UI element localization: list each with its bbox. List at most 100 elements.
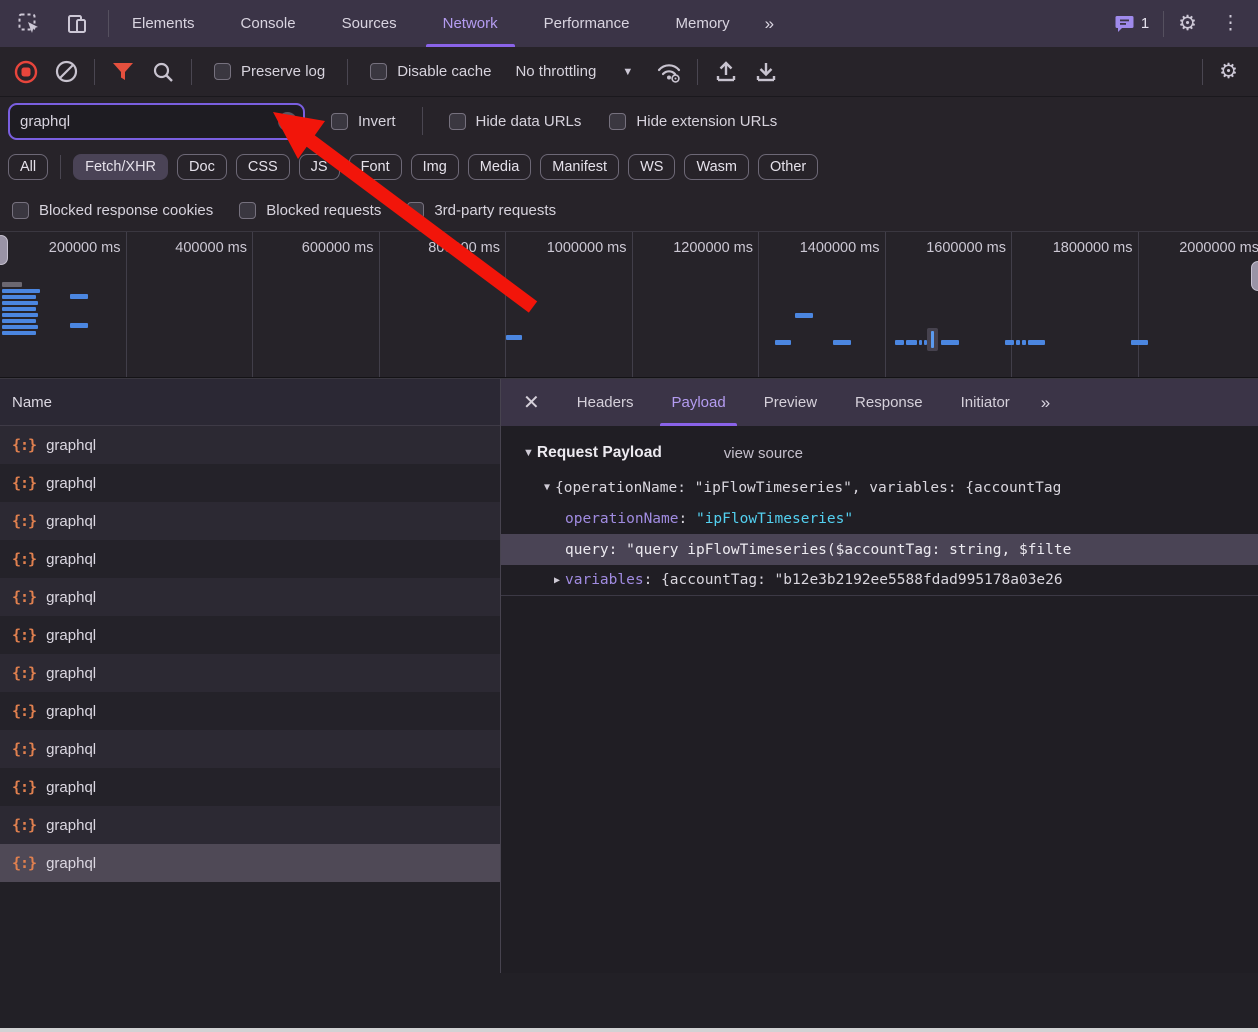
detail-tab-headers[interactable]: Headers	[558, 379, 653, 426]
network-overview-timeline[interactable]: 200000 ms 400000 ms 600000 ms 800000 ms …	[0, 231, 1258, 378]
payload-root-text: {operationName: "ipFlowTimeseries", vari…	[555, 480, 1061, 496]
timeline-left-brush-handle[interactable]	[0, 235, 8, 265]
import-har-icon[interactable]	[746, 54, 786, 90]
expander-closed-icon[interactable]: ▶	[549, 575, 565, 586]
request-row[interactable]: {:}graphql	[0, 654, 500, 692]
chip-ws[interactable]: WS	[628, 154, 675, 180]
request-row[interactable]: {:}graphql	[0, 540, 500, 578]
chip-css[interactable]: CSS	[236, 154, 290, 180]
chip-all[interactable]: All	[8, 154, 48, 180]
network-toolbar: Preserve log Disable cache No throttling…	[0, 47, 1258, 97]
checkbox-box	[239, 202, 256, 219]
chip-fetch-xhr[interactable]: Fetch/XHR	[73, 154, 168, 180]
detail-tab-response[interactable]: Response	[836, 379, 942, 426]
filter-funnel-icon[interactable]	[103, 54, 143, 90]
name-column-header[interactable]: Name	[0, 379, 500, 426]
third-party-requests-checkbox[interactable]: 3rd-party requests	[407, 202, 556, 219]
chip-doc[interactable]: Doc	[177, 154, 227, 180]
chip-other[interactable]: Other	[758, 154, 818, 180]
payload-root-row[interactable]: ▼ {operationName: "ipFlowTimeseries", va…	[501, 472, 1258, 503]
timeline-request-bar	[919, 340, 922, 345]
request-name: graphql	[46, 855, 96, 872]
timeline-request-bar	[22, 289, 25, 292]
expander-open-icon[interactable]: ▼	[539, 482, 555, 493]
invert-checkbox[interactable]: Invert	[305, 113, 410, 130]
chip-divider	[60, 155, 61, 179]
request-name: graphql	[46, 703, 96, 720]
throttling-select[interactable]: No throttling ▼	[505, 63, 649, 80]
view-source-link[interactable]: view source	[724, 445, 803, 462]
payload-operation-name-row[interactable]: operationName: "ipFlowTimeseries"	[501, 503, 1258, 534]
request-row[interactable]: {:}graphql	[0, 692, 500, 730]
record-network-log-icon[interactable]	[6, 54, 46, 90]
chevron-down-icon: ▼	[622, 66, 633, 78]
disable-cache-checkbox[interactable]: Disable cache	[356, 63, 505, 80]
request-row[interactable]: {:}graphql	[0, 426, 500, 464]
tab-performance[interactable]: Performance	[521, 0, 653, 47]
fetch-json-icon: {:}	[12, 474, 36, 492]
more-panels-icon[interactable]: »	[753, 0, 784, 47]
payload-variables-row[interactable]: ▶ variables: {accountTag: "b12e3b2192ee5…	[501, 565, 1258, 596]
filter-input[interactable]	[8, 103, 305, 140]
request-name: graphql	[46, 551, 96, 568]
chip-manifest[interactable]: Manifest	[540, 154, 619, 180]
tab-memory[interactable]: Memory	[653, 0, 753, 47]
tab-elements[interactable]: Elements	[109, 0, 218, 47]
request-row-selected[interactable]: {:}graphql	[0, 844, 500, 882]
clear-filter-icon[interactable]: ✕	[278, 112, 297, 131]
timeline-request-bar	[2, 307, 36, 311]
topbar-right-divider	[1163, 11, 1164, 37]
throttling-value: No throttling	[515, 63, 596, 80]
request-row[interactable]: {:}graphql	[0, 768, 500, 806]
tab-console[interactable]: Console	[218, 0, 319, 47]
chip-media[interactable]: Media	[468, 154, 532, 180]
checkbox-box	[331, 113, 348, 130]
timeline-request-bar	[1016, 340, 1020, 345]
timeline-request-bar	[1005, 340, 1014, 345]
clear-network-log-icon[interactable]	[46, 54, 86, 90]
detail-tab-preview[interactable]: Preview	[745, 379, 836, 426]
request-row[interactable]: {:}graphql	[0, 806, 500, 844]
request-payload-section-header[interactable]: ▼ Request Payload view source	[501, 438, 1258, 472]
export-har-icon[interactable]	[706, 54, 746, 90]
timeline-request-bar	[2, 319, 36, 323]
detail-tab-initiator[interactable]: Initiator	[942, 379, 1029, 426]
timeline-request-bar	[2, 282, 22, 287]
blocked-response-cookies-checkbox[interactable]: Blocked response cookies	[12, 202, 213, 219]
tab-network[interactable]: Network	[420, 0, 521, 47]
fetch-json-icon: {:}	[12, 512, 36, 530]
timeline-request-bar	[70, 294, 88, 299]
close-detail-icon[interactable]: ✕	[501, 379, 558, 426]
hide-extension-urls-checkbox[interactable]: Hide extension URLs	[595, 113, 791, 130]
more-detail-tabs-icon[interactable]: »	[1029, 379, 1060, 426]
request-row[interactable]: {:}graphql	[0, 616, 500, 654]
device-toolbar-icon[interactable]	[60, 9, 94, 39]
tab-sources[interactable]: Sources	[319, 0, 420, 47]
kebab-menu-icon[interactable]: ⋮	[1211, 12, 1250, 35]
search-icon[interactable]	[143, 54, 183, 90]
request-row[interactable]: {:}graphql	[0, 578, 500, 616]
detail-tab-payload[interactable]: Payload	[652, 379, 744, 426]
payload-query-row[interactable]: query: "query ipFlowTimeseries($accountT…	[501, 534, 1258, 565]
chip-js[interactable]: JS	[299, 154, 340, 180]
timeline-request-bar	[70, 323, 88, 328]
request-name: graphql	[46, 513, 96, 530]
timeline-right-brush-handle[interactable]	[1251, 261, 1258, 291]
settings-gear-icon[interactable]: ⚙	[1170, 11, 1205, 36]
blocked-requests-checkbox[interactable]: Blocked requests	[239, 202, 381, 219]
chip-wasm[interactable]: Wasm	[684, 154, 749, 180]
hide-data-urls-checkbox[interactable]: Hide data URLs	[435, 113, 596, 130]
timeline-request-bar	[2, 325, 38, 329]
network-settings-gear-icon[interactable]: ⚙	[1211, 59, 1252, 84]
checkbox-box	[609, 113, 626, 130]
inspect-element-icon[interactable]	[12, 9, 46, 39]
request-row[interactable]: {:}graphql	[0, 464, 500, 502]
request-row[interactable]: {:}graphql	[0, 730, 500, 768]
chip-img[interactable]: Img	[411, 154, 459, 180]
request-row[interactable]: {:} graphql	[0, 502, 500, 540]
chip-font[interactable]: Font	[349, 154, 402, 180]
preserve-log-checkbox[interactable]: Preserve log	[200, 63, 339, 80]
issues-counter[interactable]: 1	[1107, 15, 1157, 33]
disable-cache-label: Disable cache	[397, 63, 491, 80]
network-conditions-icon[interactable]	[649, 54, 689, 90]
